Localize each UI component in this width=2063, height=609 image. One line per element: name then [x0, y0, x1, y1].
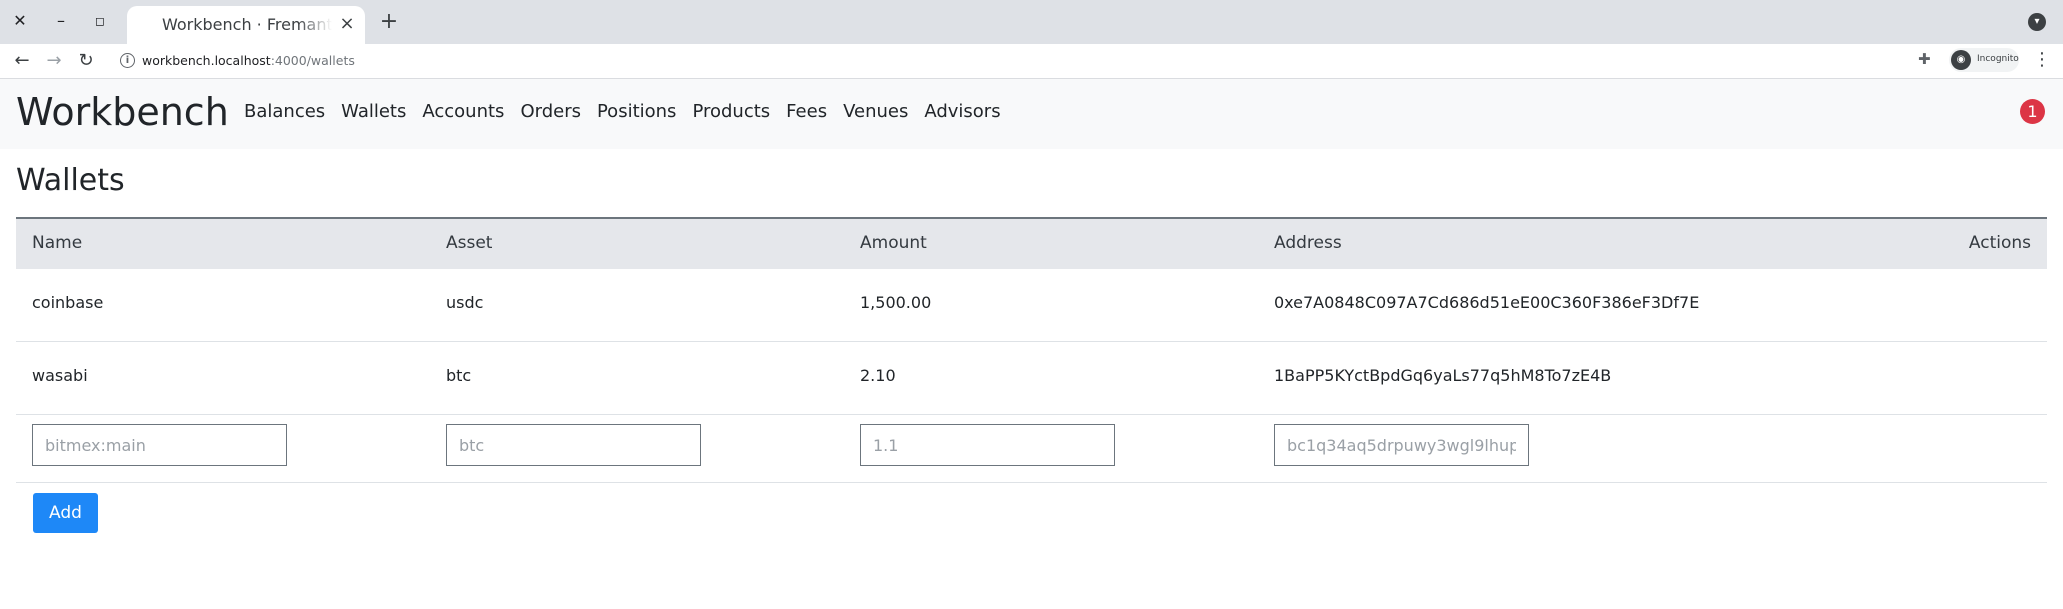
page-title: Wallets: [16, 163, 125, 198]
nav-products[interactable]: Products: [692, 101, 770, 122]
wallets-table: Name Asset Amount Address Actions coinba…: [16, 217, 2047, 483]
brand-logo[interactable]: Workbench: [16, 90, 229, 134]
wallet-asset: btc: [446, 366, 472, 385]
address-input[interactable]: [1274, 424, 1529, 466]
amount-input[interactable]: [860, 424, 1115, 466]
nav-balances[interactable]: Balances: [244, 101, 325, 122]
main-nav: Balances Wallets Accounts Orders Positio…: [244, 101, 1001, 122]
name-input[interactable]: [32, 424, 287, 466]
app-navbar: Workbench Balances Wallets Accounts Orde…: [0, 79, 2063, 149]
wallet-name: wasabi: [32, 366, 88, 385]
table-row: coinbase usdc 1,500.00 0xe7A0848C097A7Cd…: [16, 269, 2047, 342]
tab-close-icon[interactable]: ×: [337, 14, 357, 34]
tab-title: Workbench · Fremantle Inc: [162, 15, 332, 34]
extensions-puzzle-icon[interactable]: ✚: [1918, 50, 1931, 68]
url-text[interactable]: workbench.localhost:4000/wallets: [142, 53, 355, 68]
nav-venues[interactable]: Venues: [843, 101, 908, 122]
asset-input[interactable]: [446, 424, 701, 466]
new-wallet-row: [16, 415, 2047, 483]
wallet-address: 0xe7A0848C097A7Cd686d51eE00C360F386eF3Df…: [1274, 293, 1700, 312]
column-header-actions: Actions: [1968, 233, 2031, 253]
column-header-asset: Asset: [446, 233, 493, 253]
column-header-name: Name: [32, 233, 83, 253]
site-info-icon[interactable]: i: [120, 53, 135, 68]
window-close-icon[interactable]: ✕: [9, 10, 31, 32]
nav-accounts[interactable]: Accounts: [422, 101, 504, 122]
browser-tab[interactable]: Workbench · Fremantle Inc ×: [127, 6, 365, 44]
wallet-amount: 2.10: [860, 366, 896, 385]
column-header-address: Address: [1274, 233, 1342, 253]
nav-positions[interactable]: Positions: [597, 101, 676, 122]
wallet-address: 1BaPP5KYctBpdGq6yaLs77q5hM8To7zE4B: [1274, 366, 1612, 385]
address-bar[interactable]: i workbench.localhost:4000/wallets ☆: [112, 47, 2007, 75]
notification-badge[interactable]: 1: [2020, 99, 2045, 124]
nav-orders[interactable]: Orders: [520, 101, 581, 122]
incognito-profile[interactable]: ◉ Incognito: [1949, 48, 2019, 72]
forward-arrow-icon[interactable]: →: [42, 49, 66, 73]
wallet-name: coinbase: [32, 293, 104, 312]
browser-tabbar: ✕ – ◻ Workbench · Fremantle Inc × + ▾: [0, 0, 2063, 44]
reload-icon[interactable]: ↻: [74, 49, 98, 73]
window-minimize-icon[interactable]: –: [50, 10, 72, 32]
nav-advisors[interactable]: Advisors: [924, 101, 1000, 122]
browser-toolbar: ← → ↻ i workbench.localhost:4000/wallets…: [0, 44, 2063, 79]
wallet-amount: 1,500.00: [860, 293, 932, 312]
nav-fees[interactable]: Fees: [786, 101, 827, 122]
wallet-asset: usdc: [446, 293, 484, 312]
tab-search-icon[interactable]: ▾: [2028, 13, 2046, 31]
back-arrow-icon[interactable]: ←: [10, 49, 34, 73]
browser-menu-icon[interactable]: ⋮: [2033, 49, 2051, 70]
add-wallet-button[interactable]: Add: [33, 493, 98, 533]
table-row: wasabi btc 2.10 1BaPP5KYctBpdGq6yaLs77q5…: [16, 342, 2047, 415]
incognito-icon: ◉: [1951, 50, 1971, 70]
url-host: workbench.localhost: [142, 53, 271, 68]
nav-wallets[interactable]: Wallets: [341, 101, 406, 122]
url-path: :4000/wallets: [270, 53, 355, 68]
incognito-label: Incognito: [1977, 54, 2019, 64]
new-tab-icon[interactable]: +: [378, 11, 400, 33]
column-header-amount: Amount: [860, 233, 927, 253]
window-maximize-icon[interactable]: ◻: [89, 10, 111, 32]
table-header: Name Asset Amount Address Actions: [16, 217, 2047, 269]
